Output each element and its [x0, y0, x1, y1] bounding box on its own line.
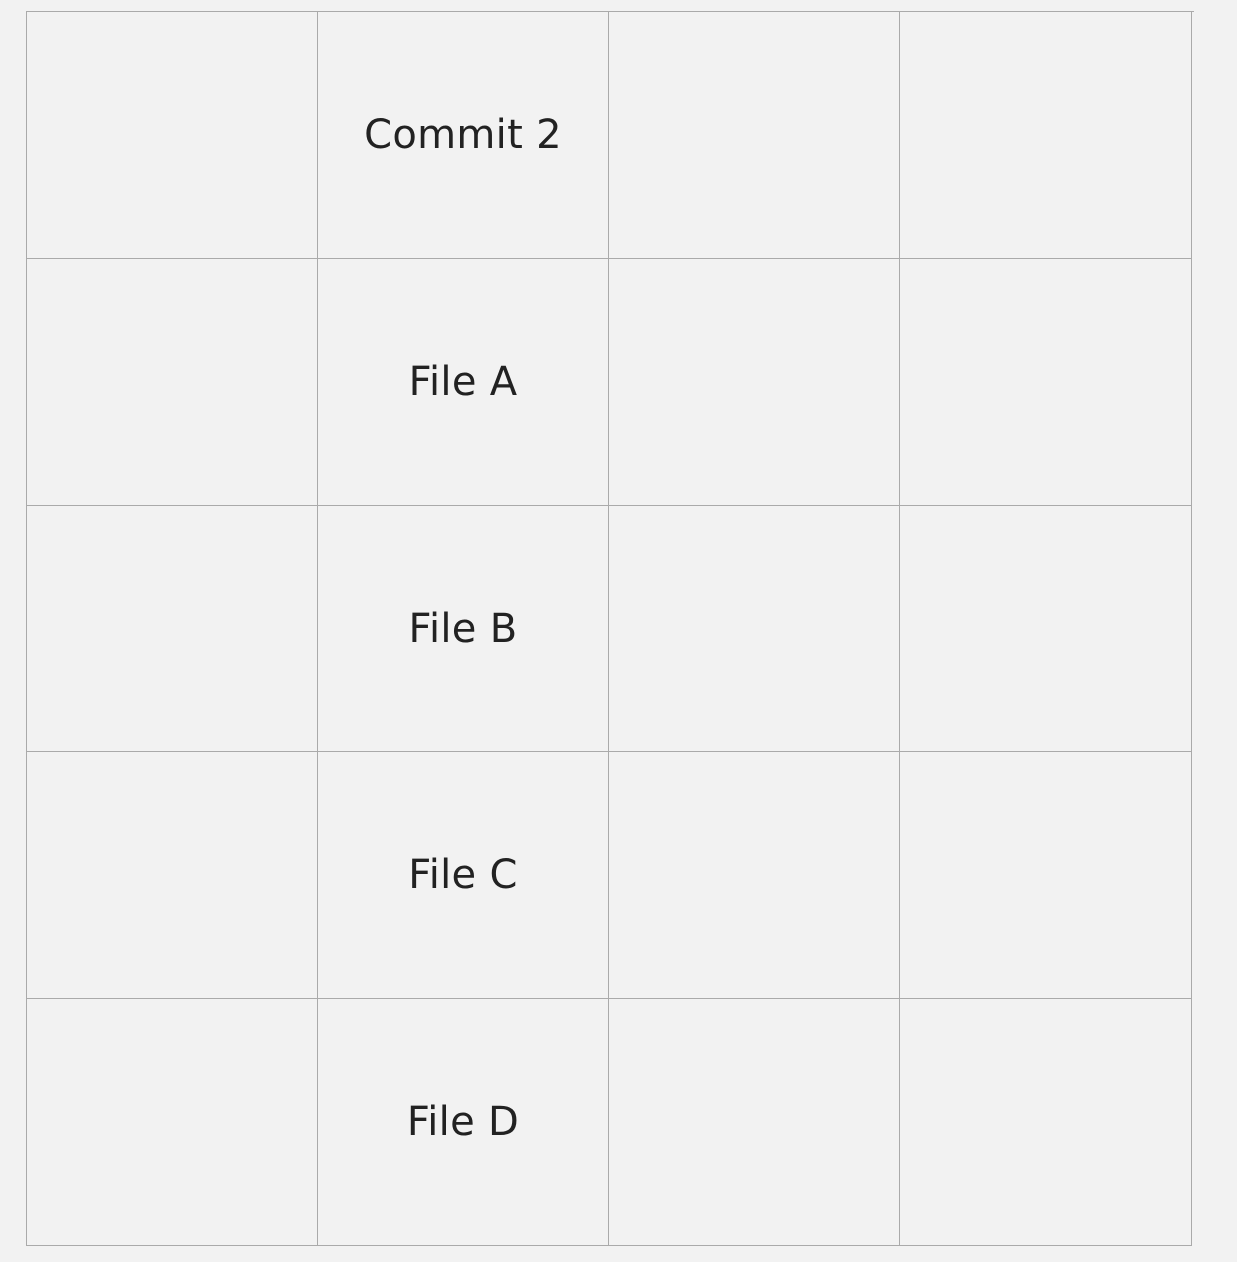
grid-cell-r4-c0	[27, 999, 318, 1246]
file-b-cell: File B	[318, 506, 609, 752]
file-d-cell: File D	[318, 999, 609, 1246]
grid-cell-r2-c3	[900, 506, 1192, 752]
file-c-cell: File C	[318, 752, 609, 999]
grid-cell-r1-c3	[900, 259, 1192, 506]
grid-cell-r4-c3	[900, 999, 1192, 1246]
grid-cell-r3-c3	[900, 752, 1192, 999]
grid-cell-r3-c2	[609, 752, 900, 999]
commit-file-grid: Commit 2 File A File B File C File D	[26, 11, 1194, 1246]
grid-cell-r3-c0	[27, 752, 318, 999]
grid-cell-r0-c3	[900, 12, 1192, 259]
commit-header-cell: Commit 2	[318, 12, 609, 259]
grid-cell-r1-c2	[609, 259, 900, 506]
grid-cell-r4-c2	[609, 999, 900, 1246]
grid-cell-r2-c0	[27, 506, 318, 752]
grid-cell-r0-c2	[609, 12, 900, 259]
grid-cell-r2-c2	[609, 506, 900, 752]
grid-cell-r1-c0	[27, 259, 318, 506]
grid-cell-r0-c0	[27, 12, 318, 259]
file-a-cell: File A	[318, 259, 609, 506]
